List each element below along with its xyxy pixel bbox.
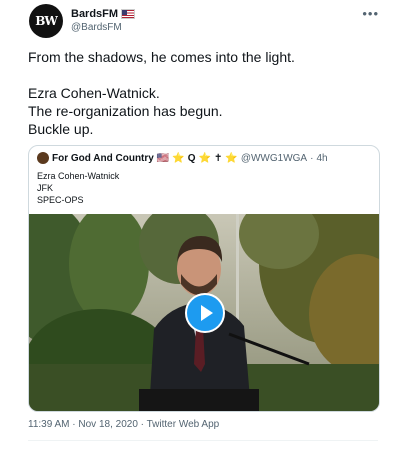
play-icon <box>200 305 213 321</box>
us-flag-icon <box>121 9 136 19</box>
q-badge: Q <box>187 152 196 164</box>
quoted-header: For God And Country 🇺🇸 ⭐ Q ⭐ ✝ ⭐ @WWG1WG… <box>37 152 328 164</box>
star-icon: ⭐ <box>172 152 185 164</box>
author-name-row: BardsFM <box>71 8 136 20</box>
author-avatar[interactable]: BW <box>29 4 63 38</box>
tweet-line: From the shadows, he comes into the ligh… <box>28 49 295 65</box>
author-name[interactable]: BardsFM <box>71 8 118 20</box>
divider <box>28 440 378 441</box>
quoted-line: JFK <box>37 183 54 193</box>
separator: · <box>310 152 314 164</box>
cross-icon: ✝ <box>213 152 223 164</box>
more-options-icon[interactable]: ••• <box>362 6 379 21</box>
author-handle[interactable]: @BardsFM <box>71 22 122 33</box>
tweet: BW BardsFM @BardsFM ••• From the shadows… <box>0 0 407 450</box>
quoted-time: 4h <box>316 152 328 164</box>
play-button[interactable] <box>185 293 225 333</box>
tweet-body: From the shadows, he comes into the ligh… <box>28 48 378 138</box>
quoted-handle: @WWG1WGA <box>240 152 308 164</box>
quoted-avatar <box>37 152 49 164</box>
quoted-text: Ezra Cohen-Watnick JFK SPEC-OPS <box>37 170 119 206</box>
quoted-line: SPEC-OPS <box>37 195 84 205</box>
tweet-metadata[interactable]: 11:39 AM · Nov 18, 2020 · Twitter Web Ap… <box>28 419 219 430</box>
quoted-line: Ezra Cohen-Watnick <box>37 171 120 181</box>
us-flag-icon: 🇺🇸 <box>156 152 170 164</box>
video-player[interactable] <box>29 214 379 411</box>
tweet-line: Ezra Cohen-Watnick. <box>28 85 160 101</box>
tweet-line: Buckle up. <box>28 121 94 137</box>
star-icon: ⭐ <box>225 152 238 164</box>
quoted-tweet[interactable]: For God And Country 🇺🇸 ⭐ Q ⭐ ✝ ⭐ @WWG1WG… <box>28 145 380 412</box>
quoted-name: For God And Country <box>52 152 154 164</box>
star-icon: ⭐ <box>198 152 211 164</box>
tweet-line: The re-organization has begun. <box>28 103 223 119</box>
